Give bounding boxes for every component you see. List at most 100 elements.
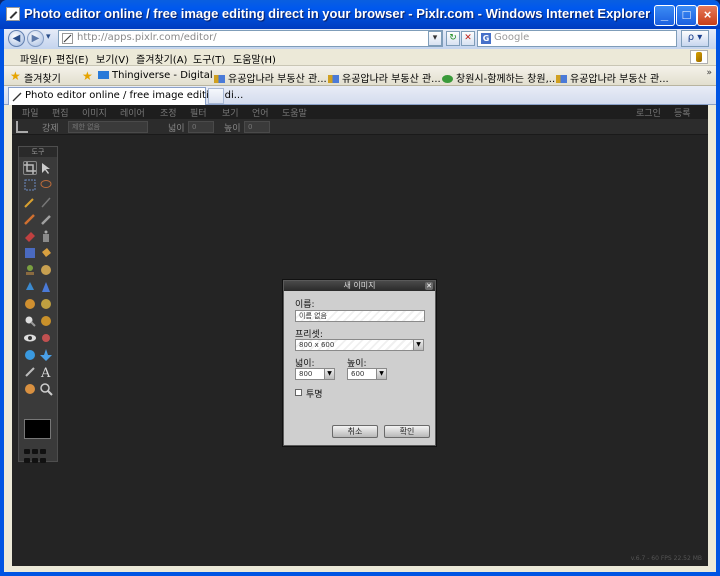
pinch-tool-icon[interactable] [39,348,53,362]
crop-tool-icon[interactable] [23,161,37,175]
crop-height-input[interactable]: 0 [244,121,270,133]
spot-heal-tool-icon[interactable] [39,331,53,345]
pixlr-menu-layer[interactable]: 레이어 [120,106,145,119]
name-input[interactable]: 이름 없음 [295,310,425,322]
burn-tool-icon[interactable] [39,314,53,328]
zoom-tool-icon[interactable] [39,382,53,396]
width-input[interactable]: 800 [295,368,325,380]
favorite-link[interactable]: 유공압나라 부동산 관... [328,70,441,85]
refresh-button[interactable]: ↻ [446,31,460,46]
clone-stamp-tool-icon[interactable] [23,263,37,277]
menu-file[interactable]: 파일(F) [20,51,52,66]
browser-client: ◀ ▶ ▾ http://apps.pixlr.com/editor/ ▾ ↻ … [4,29,716,572]
pixlr-tab-icon [12,92,22,102]
bloat-tool-icon[interactable] [23,348,37,362]
preset-select[interactable]: 800 x 600 [295,339,414,351]
drawing-tool-icon[interactable] [23,280,37,294]
pixlr-menu-view[interactable]: 보기 [222,106,239,119]
text-tool-icon[interactable]: A [39,365,53,381]
move-tool-icon[interactable] [39,161,53,175]
swatch-options[interactable] [24,444,51,454]
back-button[interactable]: ◀ [8,30,25,47]
favorites-star-icon: ★ [10,69,21,83]
search-input[interactable]: G Google [477,30,677,47]
address-input[interactable]: http://apps.pixlr.com/editor/ [58,30,443,47]
smudge-tool-icon[interactable] [23,297,37,311]
lasso-tool-icon[interactable] [39,178,53,192]
sponge-tool-icon[interactable] [39,297,53,311]
close-button[interactable]: × [697,5,718,26]
width-dropdown-arrow-icon[interactable]: ▼ [324,368,335,380]
height-input[interactable]: 600 [347,368,377,380]
pixlr-menu-language[interactable]: 언어 [252,106,269,119]
hand-tool-icon[interactable] [23,382,37,396]
new-tab-button[interactable] [208,88,224,104]
cancel-button[interactable]: 취소 [332,425,378,438]
history-dropdown-icon[interactable]: ▾ [46,32,51,42]
menu-favorites[interactable]: 즐겨찾기(A) [136,51,187,66]
login-link[interactable]: 로그인 [636,106,661,119]
pixlr-menu-bar: 파일 편집 이미지 레이어 조정 필터 보기 언어 도움말 로그인 등록 [12,105,708,119]
new-image-dialog: 새 이미지 ✕ 이름: 이름 없음 프리셋: 800 x 600 ▼ 넓이: 8… [283,280,436,446]
address-dropdown-button[interactable]: ▾ [428,31,442,46]
marquee-tool-icon[interactable] [23,178,37,192]
color-picker-tool-icon[interactable] [23,365,37,379]
maximize-button[interactable]: □ [676,5,697,26]
swatch-options[interactable] [24,453,51,463]
favorites-button[interactable]: 즐겨찾기 [24,70,61,85]
pixlr-menu-help[interactable]: 도움말 [282,106,307,119]
favorite-link[interactable]: Thingiverse - Digital ... [98,70,225,81]
pencil-tool-icon[interactable] [23,212,37,226]
menu-view[interactable]: 보기(V) [96,51,129,66]
preset-dropdown-arrow-icon[interactable]: ▼ [413,339,424,351]
transparent-checkbox[interactable] [295,389,302,396]
menu-edit[interactable]: 편집(E) [56,51,89,66]
paint-bucket-tool-icon[interactable] [39,246,53,260]
menu-bar: 파일(F) 편집(E) 보기(V) 즐겨찾기(A) 도구(T) 도움말(H) [4,49,716,66]
forward-button[interactable]: ▶ [27,30,44,47]
search-button[interactable]: ρ ▾ [681,30,709,47]
pixlr-menu-adjust[interactable]: 조정 [160,106,177,119]
crop-icon [16,121,28,133]
page-icon [62,33,73,44]
pixlr-menu-file[interactable]: 파일 [22,106,39,119]
folder-icon [556,75,567,83]
tab-bar: Photo editor online / free image editing… [4,86,716,105]
add-favorite-star-icon[interactable]: ★ [82,69,93,83]
gradient-tool-icon[interactable] [23,246,37,260]
dialog-close-icon[interactable]: ✕ [425,282,433,290]
height-dropdown-arrow-icon[interactable]: ▼ [376,368,387,380]
ok-button[interactable]: 확인 [384,425,430,438]
menu-tools[interactable]: 도구(T) [193,51,225,66]
crop-width-input[interactable]: 0 [188,121,214,133]
favorite-link[interactable]: 유공압나라 부동산 관... [556,70,669,85]
minimize-button[interactable]: _ [654,5,675,26]
dodge-tool-icon[interactable] [23,314,37,328]
address-url: http://apps.pixlr.com/editor/ [77,32,217,43]
pixlr-menu-image[interactable]: 이미지 [82,106,107,119]
stop-button[interactable]: ✕ [461,31,475,46]
wand-tool-icon[interactable] [23,195,37,209]
color-swatch[interactable] [24,419,51,439]
favorite-link[interactable]: 유공압나라 부동산 관... [214,70,327,85]
favorite-link[interactable]: 창원시-함께하는 창원,... [442,70,558,85]
register-link[interactable]: 등록 [674,106,691,119]
folder-icon [214,75,225,83]
constraint-select[interactable]: 제한 없음 [68,121,148,133]
eraser-tool-icon[interactable] [23,229,37,243]
constraint-label: 강제 [42,124,59,134]
tab-pixlr[interactable]: Photo editor online / free image editing… [8,87,243,105]
brush-tool-icon[interactable] [39,212,53,226]
favorites-more-chevron-icon[interactable]: » [706,68,712,78]
spray-tool-icon[interactable] [39,229,53,243]
pixlr-menu-filter[interactable]: 필터 [190,106,207,119]
red-eye-tool-icon[interactable] [23,331,37,345]
color-replace-tool-icon[interactable] [39,263,53,277]
thingiverse-icon [98,71,109,79]
browser-window: Photo editor online / free image editing… [0,0,720,576]
draw-tool-icon[interactable] [39,195,53,209]
menu-help[interactable]: 도움말(H) [233,51,276,66]
pixlr-menu-edit[interactable]: 편집 [52,106,69,119]
sharpen-tool-icon[interactable] [39,280,53,294]
title-bar[interactable]: Photo editor online / free image editing… [0,0,720,29]
